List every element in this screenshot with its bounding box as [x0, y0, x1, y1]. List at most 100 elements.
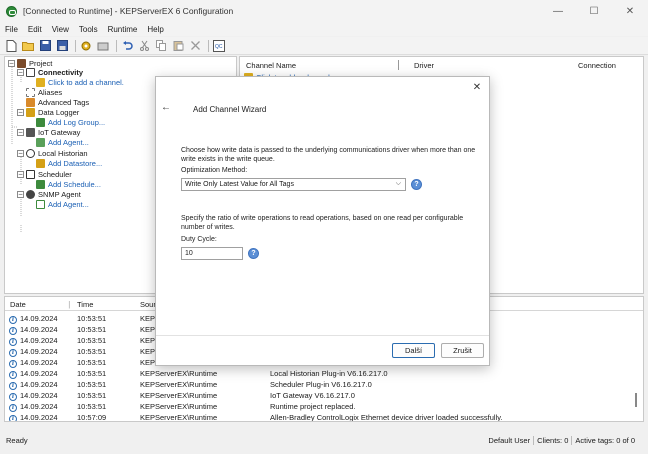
column-divider[interactable] — [398, 60, 399, 70]
advanced-tags-icon — [26, 97, 35, 107]
menu-runtime[interactable]: Runtime — [103, 25, 143, 34]
new-device-icon[interactable] — [96, 39, 110, 53]
add-channel-wizard-dialog: ✕ ← Add Channel Wizard Choose how write … — [155, 76, 490, 366]
help-icon[interactable]: ? — [411, 179, 422, 190]
back-arrow-icon[interactable]: ← — [161, 102, 171, 113]
duty-cycle-input[interactable]: 10 — [181, 247, 243, 260]
tree-item-snmp-agent[interactable]: − SNMP Agent — [17, 189, 81, 199]
add-channel-icon — [36, 77, 45, 87]
window-title: [Connected to Runtime] - KEPServerEX 6 C… — [23, 6, 234, 16]
status-indicators: Default User Clients: 0 Active tags: 0 o… — [485, 436, 638, 445]
help-icon[interactable]: ? — [248, 248, 259, 259]
kepserver-app-icon — [6, 5, 17, 17]
cancel-button[interactable]: Zrušit — [441, 343, 484, 358]
column-time[interactable]: Time — [77, 300, 93, 309]
scheduler-icon — [26, 169, 35, 179]
collapse-toggle[interactable]: − — [17, 170, 24, 178]
info-icon: i — [9, 402, 17, 412]
duty-cycle-description: Specify the ratio of write operations to… — [181, 215, 464, 231]
duty-cycle-label: Duty Cycle: — [181, 236, 217, 243]
menu-view[interactable]: View — [47, 25, 74, 34]
info-icon: i — [9, 325, 17, 335]
tree-item-add-agent[interactable]: Add Agent... — [36, 137, 89, 147]
collapse-toggle[interactable]: − — [17, 190, 24, 198]
info-icon: i — [9, 369, 17, 379]
quick-client-icon[interactable]: QC — [212, 39, 226, 53]
tree-item-snmp-add-agent[interactable]: Add Agent... — [36, 199, 89, 209]
delete-icon[interactable] — [188, 39, 202, 53]
collapse-toggle[interactable]: − — [17, 128, 24, 136]
optimization-method-select[interactable]: Write Only Latest Value for All Tags ⌵ — [181, 178, 406, 191]
tree-item-connectivity[interactable]: − Connectivity — [17, 67, 83, 77]
status-bar: Ready Default User Clients: 0 Active tag… — [0, 432, 648, 454]
dialog-close-button[interactable]: ✕ — [471, 82, 483, 94]
snmp-agent-icon — [26, 189, 35, 199]
tree-item-advanced-tags[interactable]: Advanced Tags — [26, 97, 89, 107]
log-scrollbar[interactable] — [635, 393, 637, 407]
status-ready: Ready — [6, 436, 28, 445]
optimization-method-label: Optimization Method: — [181, 167, 248, 174]
log-row[interactable]: i 14.09.2024 10:53:51 KEPServerEX\Runtim… — [5, 369, 643, 379]
cut-icon[interactable] — [137, 39, 151, 53]
collapse-toggle[interactable]: − — [17, 149, 24, 157]
next-button[interactable]: Další — [392, 343, 435, 358]
title-bar: [Connected to Runtime] - KEPServerEX 6 C… — [0, 0, 648, 22]
local-historian-icon — [26, 148, 35, 158]
info-icon: i — [9, 347, 17, 357]
tree-item-iot-gateway[interactable]: − IoT Gateway — [17, 127, 80, 137]
copy-icon[interactable] — [154, 39, 168, 53]
info-icon: i — [9, 358, 17, 368]
info-icon: i — [9, 391, 17, 401]
status-user: Default User — [488, 436, 531, 445]
menu-tools[interactable]: Tools — [74, 25, 103, 34]
toolbar: QC — [0, 37, 648, 55]
column-channel-name[interactable]: Channel Name — [246, 59, 296, 71]
collapse-toggle[interactable]: − — [17, 108, 24, 116]
collapse-toggle[interactable]: − — [8, 59, 15, 67]
save-as-icon[interactable] — [55, 39, 69, 53]
tree-item-local-historian[interactable]: − Local Historian — [17, 148, 88, 158]
add-log-group-icon — [36, 117, 45, 127]
chevron-down-icon: ⌵ — [395, 180, 401, 187]
log-row[interactable]: i 14.09.2024 10:53:51 KEPServerEX\Runtim… — [5, 391, 643, 401]
maximize-button[interactable]: ☐ — [576, 0, 612, 22]
dialog-title: Add Channel Wizard — [193, 105, 267, 114]
tree-item-aliases[interactable]: Aliases — [26, 87, 62, 97]
tree-item-add-schedule[interactable]: Add Schedule... — [36, 179, 101, 189]
tree-item-add-log-group[interactable]: Add Log Group... — [36, 117, 105, 127]
log-row[interactable]: i 14.09.2024 10:53:51 KEPServerEX\Runtim… — [5, 402, 643, 412]
column-driver[interactable]: Driver — [414, 59, 434, 71]
menu-help[interactable]: Help — [142, 25, 168, 34]
connectivity-icon — [26, 67, 35, 77]
column-date[interactable]: Date — [10, 300, 26, 309]
snmp-add-agent-icon — [36, 199, 45, 209]
data-logger-icon — [26, 107, 35, 117]
close-window-button[interactable]: ✕ — [612, 0, 648, 22]
toolbar-separator — [75, 39, 76, 52]
save-icon[interactable] — [38, 39, 52, 53]
column-connection[interactable]: Connection — [578, 59, 616, 71]
undo-icon[interactable] — [120, 39, 134, 53]
paste-icon[interactable] — [171, 39, 185, 53]
menu-file[interactable]: File — [0, 25, 23, 34]
window-controls: — ☐ ✕ — [540, 0, 648, 22]
open-folder-icon[interactable] — [21, 39, 35, 53]
menu-edit[interactable]: Edit — [23, 25, 47, 34]
tree-item-add-channel[interactable]: Click to add a channel. — [36, 77, 124, 87]
log-row[interactable]: i 14.09.2024 10:57:09 KEPServerEX\Runtim… — [5, 413, 643, 421]
aliases-icon — [26, 87, 35, 97]
tree-item-scheduler[interactable]: − Scheduler — [17, 169, 72, 179]
svg-text:QC: QC — [215, 44, 223, 50]
new-project-icon[interactable] — [4, 39, 18, 53]
log-row[interactable]: i 14.09.2024 10:53:51 KEPServerEX\Runtim… — [5, 380, 643, 390]
info-icon: i — [9, 413, 17, 421]
tree-item-data-logger[interactable]: − Data Logger — [17, 107, 79, 117]
toolbar-separator — [208, 39, 209, 52]
status-clients: Clients: 0 — [533, 436, 571, 445]
tree-item-add-datastore[interactable]: Add Datastore... — [36, 158, 102, 168]
collapse-toggle[interactable]: − — [17, 68, 24, 76]
add-schedule-icon — [36, 179, 45, 189]
add-datastore-icon — [36, 158, 45, 168]
new-channel-icon[interactable] — [79, 39, 93, 53]
minimize-button[interactable]: — — [540, 0, 576, 22]
